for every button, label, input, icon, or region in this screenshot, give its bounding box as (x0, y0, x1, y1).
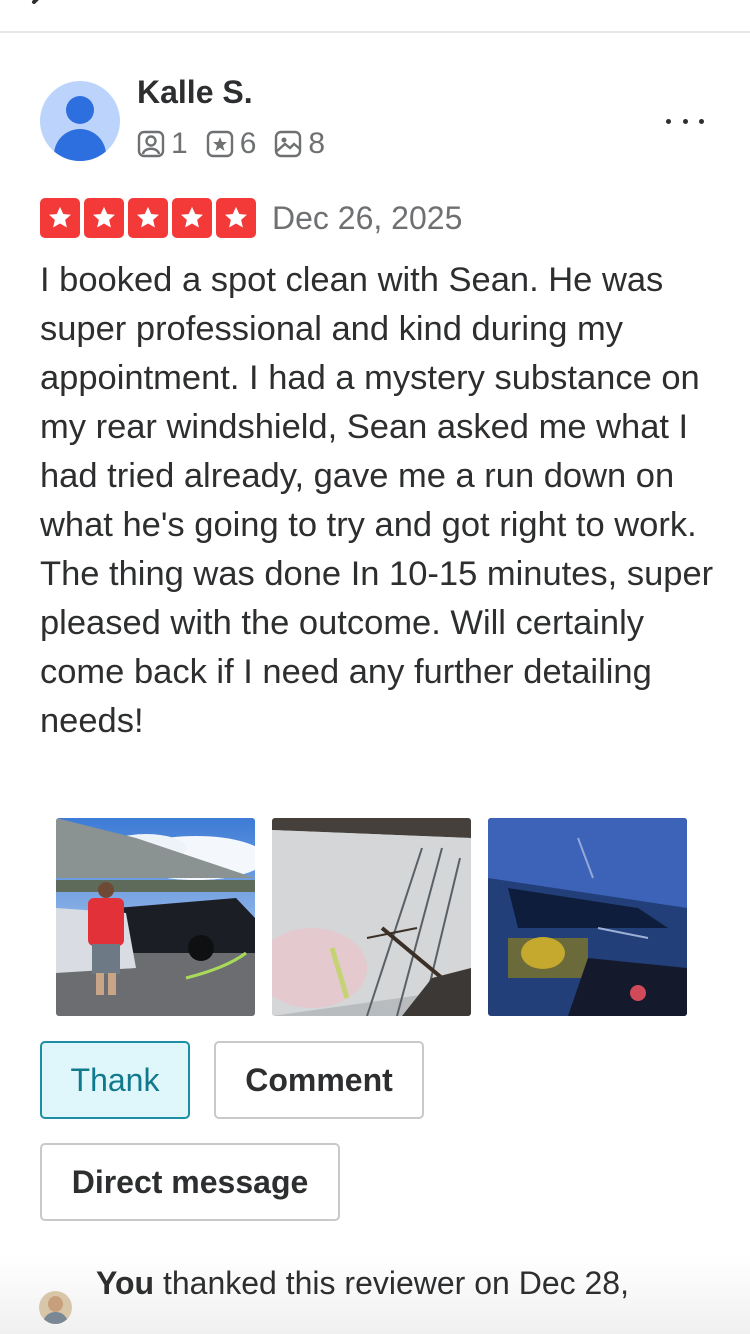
photos-count: 8 (308, 127, 326, 160)
thanked-actor: You (96, 1265, 155, 1301)
reviews-count: 6 (239, 127, 257, 160)
star-icon (40, 198, 80, 238)
review-text: I booked a spot clean with Sean. He was … (40, 261, 714, 740)
user-avatar[interactable] (39, 1291, 72, 1324)
more-options-button[interactable] (660, 104, 710, 138)
reviewer-stats: 1 6 8 (137, 127, 343, 161)
photos-stat: 8 (274, 127, 325, 161)
friends-icon (137, 130, 165, 158)
avatar-body (54, 129, 106, 161)
photos-icon (275, 130, 302, 158)
avatar-face (48, 1296, 63, 1312)
thanked-note: You thanked this reviewer on Dec 28, (96, 1265, 629, 1302)
star-icon (172, 198, 212, 238)
review-photo-windshield[interactable] (272, 818, 471, 1016)
direct-message-button[interactable]: Direct message (40, 1143, 340, 1221)
review-photo-car-interior[interactable] (488, 818, 687, 1016)
top-bar (0, 0, 750, 33)
star-icon (84, 198, 124, 238)
review-photo-car-parking-lot[interactable] (56, 818, 255, 1016)
comment-button[interactable]: Comment (214, 1041, 424, 1119)
reviewer-avatar[interactable] (40, 81, 120, 161)
more-dot-icon (699, 118, 704, 124)
avatar-head (66, 96, 94, 124)
review-photos (56, 818, 704, 1016)
friends-count: 1 (171, 127, 188, 160)
more-dot-icon (666, 118, 671, 124)
review-date: Dec 26, 2025 (272, 200, 463, 236)
star-icon (128, 198, 168, 238)
thank-button[interactable]: Thank (40, 1041, 190, 1119)
thanked-message: thanked this reviewer on Dec 28, (154, 1265, 629, 1301)
star-icon (216, 198, 256, 238)
avatar-shirt (43, 1312, 68, 1324)
reviews-icon (206, 130, 233, 158)
star-rating (40, 198, 260, 238)
reviews-stat: 6 (206, 127, 257, 161)
more-dot-icon (682, 118, 688, 124)
back-arrow-icon[interactable] (28, 0, 52, 14)
friends-stat: 1 (137, 127, 188, 161)
reviewer-name[interactable]: Kalle S. (137, 74, 253, 111)
